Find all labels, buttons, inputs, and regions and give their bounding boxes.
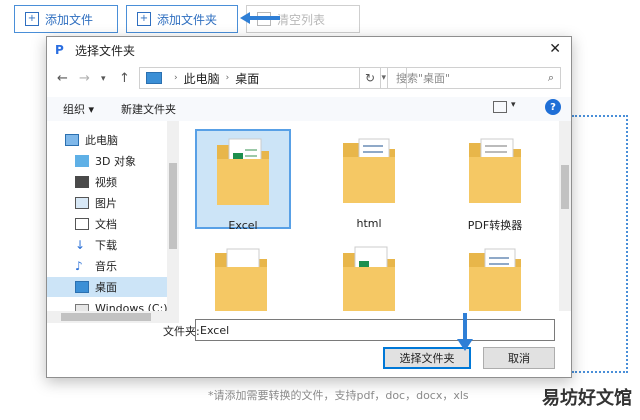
sidebar-item-pictures[interactable]: 图片 — [75, 194, 117, 212]
document-icon — [75, 218, 89, 230]
sidebar-item-music[interactable]: ♪ 音乐 — [75, 257, 117, 275]
sidebar-item-desktop[interactable]: 桌面 — [75, 278, 117, 296]
select-folder-dialog: P 选择文件夹 ✕ ← → ▾ ↑ › 此电脑 › 桌面 ▾ ↻ 搜索"桌面" … — [46, 36, 572, 378]
add-folder-label: 添加文件夹 — [157, 12, 218, 27]
supported-formats-hint: *请添加需要转换的文件，支持pdf，doc，docx，xls — [208, 389, 469, 402]
folder-excel-icon — [343, 246, 395, 311]
breadcrumb-desktop[interactable]: 桌面 — [235, 70, 259, 87]
sidebar-item-label: 音乐 — [95, 260, 117, 273]
folder-settings-icon — [215, 248, 267, 311]
new-folder-button[interactable]: 新建文件夹 — [121, 101, 176, 117]
sidebar-item-videos[interactable]: 视频 — [75, 173, 117, 191]
navigation-scrollbar[interactable] — [167, 121, 179, 311]
refresh-icon[interactable]: ↻ — [359, 67, 381, 89]
sidebar-item-label: 下载 — [95, 239, 117, 252]
folder-label: Excel — [228, 219, 258, 232]
add-file-label: 添加文件 — [45, 12, 94, 27]
folder-view-scrollbar[interactable] — [559, 121, 571, 311]
desktop-icon — [75, 281, 89, 293]
folder-tile-excel[interactable]: Excel — [195, 129, 291, 232]
up-icon[interactable]: ↑ — [119, 71, 130, 86]
drop-zone-border — [572, 115, 628, 373]
search-placeholder: 搜索"桌面" — [396, 72, 451, 85]
dialog-title: 选择文件夹 — [75, 43, 136, 58]
navigation-hscrollbar[interactable] — [47, 311, 179, 323]
sidebar-item-3d-objects[interactable]: 3D 对象 — [75, 152, 136, 170]
folder-tile-html[interactable]: html — [321, 129, 417, 230]
pointer-arrow-left-icon — [240, 12, 280, 24]
forward-icon[interactable]: → — [79, 71, 90, 86]
sidebar-item-this-pc[interactable]: 此电脑 — [65, 131, 118, 149]
sidebar-item-label: 桌面 — [95, 281, 117, 294]
pointer-arrow-down-icon — [457, 313, 473, 351]
computer-small-icon — [146, 72, 162, 84]
folder-document-icon — [469, 138, 521, 203]
recent-dropdown-icon[interactable]: ▾ — [101, 74, 106, 84]
scroll-thumb[interactable] — [561, 165, 569, 209]
add-file-button[interactable]: + 添加文件 — [14, 5, 118, 33]
organize-button[interactable]: 组织 ▾ — [63, 101, 94, 117]
navigation-pane: 此电脑 3D 对象 视频 图片 文档 ↓ 下载 ♪ 音乐 桌面 Windows … — [47, 121, 179, 311]
scroll-thumb[interactable] — [61, 313, 151, 321]
address-dropdown-icon[interactable]: ▾ — [381, 73, 386, 83]
folder-tile-pdf-converter[interactable]: PDF转换器 — [447, 129, 543, 232]
add-folder-icon: + — [137, 12, 151, 26]
add-file-icon: + — [25, 12, 39, 26]
folder-tile-4[interactable] — [195, 239, 291, 311]
sidebar-item-downloads[interactable]: ↓ 下载 — [75, 236, 117, 254]
computer-icon — [65, 134, 79, 146]
folder-label: PDF转换器 — [467, 219, 523, 232]
folder-document-icon — [469, 248, 521, 311]
scroll-thumb[interactable] — [169, 163, 177, 249]
folder-label: html — [356, 217, 382, 230]
music-icon: ♪ — [75, 259, 83, 273]
folder-tile-6[interactable] — [447, 239, 543, 311]
cube-icon — [75, 155, 89, 167]
folder-tile-5[interactable] — [321, 239, 417, 311]
clear-list-label: 清空列表 — [277, 12, 326, 27]
sidebar-item-documents[interactable]: 文档 — [75, 215, 117, 233]
sidebar-item-label: 3D 对象 — [95, 155, 136, 168]
dialog-titlebar: P 选择文件夹 ✕ — [47, 37, 571, 63]
help-icon[interactable]: ? — [545, 99, 561, 115]
picture-icon — [75, 197, 89, 209]
cancel-button[interactable]: 取消 — [483, 347, 555, 369]
sidebar-item-label: 此电脑 — [85, 134, 118, 147]
app-icon: P — [55, 43, 64, 57]
sidebar-item-label: 图片 — [95, 197, 117, 210]
search-input[interactable]: 搜索"桌面" ⌕ — [387, 67, 561, 89]
watermark: 易坊好文馆 — [542, 388, 632, 409]
sidebar-item-label: 视频 — [95, 176, 117, 189]
drive-icon — [75, 304, 89, 311]
view-mode-icon[interactable] — [493, 101, 507, 113]
view-dropdown-icon[interactable]: ▾ — [511, 100, 516, 110]
sidebar-item-label: 文档 — [95, 218, 117, 231]
download-icon: ↓ — [75, 238, 86, 252]
close-icon[interactable]: ✕ — [549, 41, 561, 57]
folder-excel-icon — [217, 138, 269, 205]
folder-name-input[interactable]: Excel — [195, 319, 555, 341]
video-icon — [75, 176, 89, 188]
add-folder-button[interactable]: + 添加文件夹 — [126, 5, 238, 33]
folder-view: Excel html PDF转换器 — [183, 121, 557, 311]
breadcrumb-this-pc[interactable]: 此电脑 — [184, 70, 220, 87]
back-icon[interactable]: ← — [57, 71, 68, 86]
sidebar-item-windows-c[interactable]: Windows (C:) — [75, 299, 168, 311]
sidebar-item-label: Windows (C:) — [95, 301, 168, 312]
search-icon: ⌕ — [547, 71, 554, 84]
folder-document-icon — [343, 138, 395, 203]
